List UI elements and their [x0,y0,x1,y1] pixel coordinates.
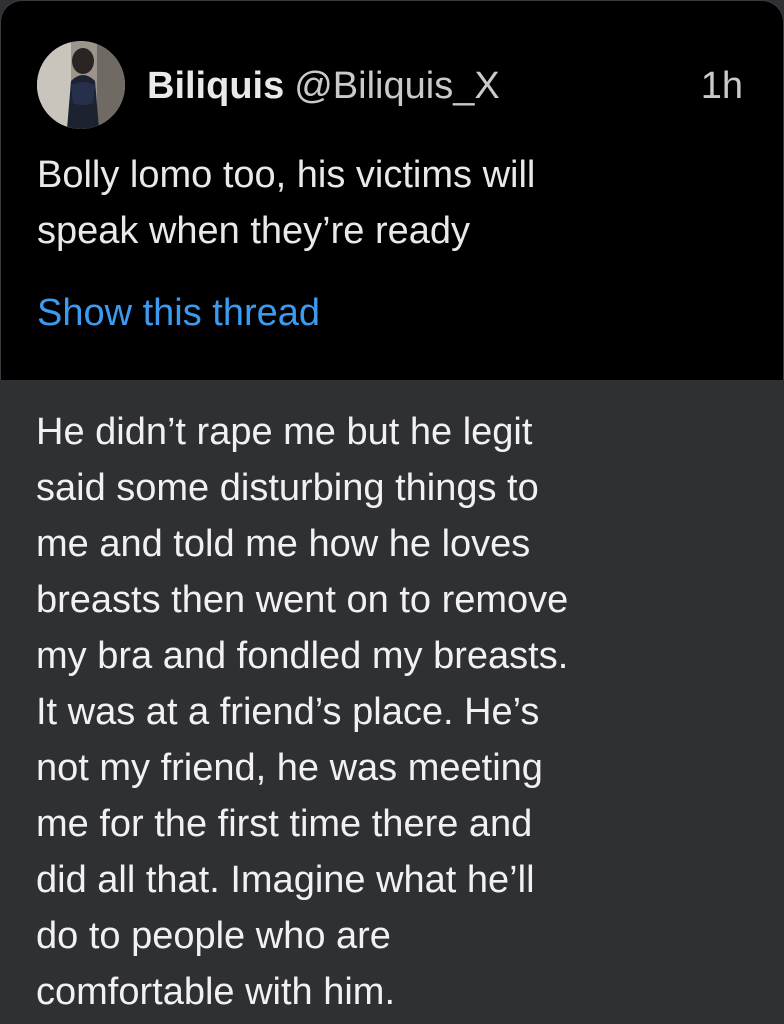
tweet-text-line: Bolly lomo too, his victims will [37,154,536,196]
tweet-header: Biliquis @Biliquis_X [147,63,500,109]
timestamp[interactable]: 1h [701,63,743,109]
reply-text-panel: He didn’t rape me but he legit said some… [0,380,784,1024]
reply-text: He didn’t rape me but he legit said some… [36,404,756,1020]
reply-text-line: said some disturbing things to [36,467,539,509]
reply-text-line: He didn’t rape me but he legit [36,411,533,453]
tweet-text: Bolly lomo too, his victims will speak w… [37,147,737,259]
show-thread-link[interactable]: Show this thread [37,285,320,341]
reply-text-line: me and told me how he loves [36,523,531,565]
reply-text-line: breasts then went on to remove [36,579,569,621]
reply-text-line: comfortable with him. [36,971,396,1013]
tweet-text-line: speak when they’re ready [37,210,471,252]
author-name[interactable]: Biliquis [147,65,284,107]
avatar-photo [37,41,125,129]
avatar[interactable] [37,41,125,129]
reply-text-line: me for the first time there and [36,803,533,845]
reply-text-line: not my friend, he was meeting [36,747,543,789]
author-handle[interactable]: @Biliquis_X [294,65,499,107]
reply-text-line: did all that. Imagine what he’ll [36,859,535,901]
reply-text-line: It was at a friend’s place. He’s [36,691,540,733]
reply-text-line: do to people who are [36,915,391,957]
reply-text-line: my bra and fondled my breasts. [36,635,569,677]
tweet-card[interactable]: Biliquis @Biliquis_X 1h Bolly lomo too, h… [0,0,784,380]
